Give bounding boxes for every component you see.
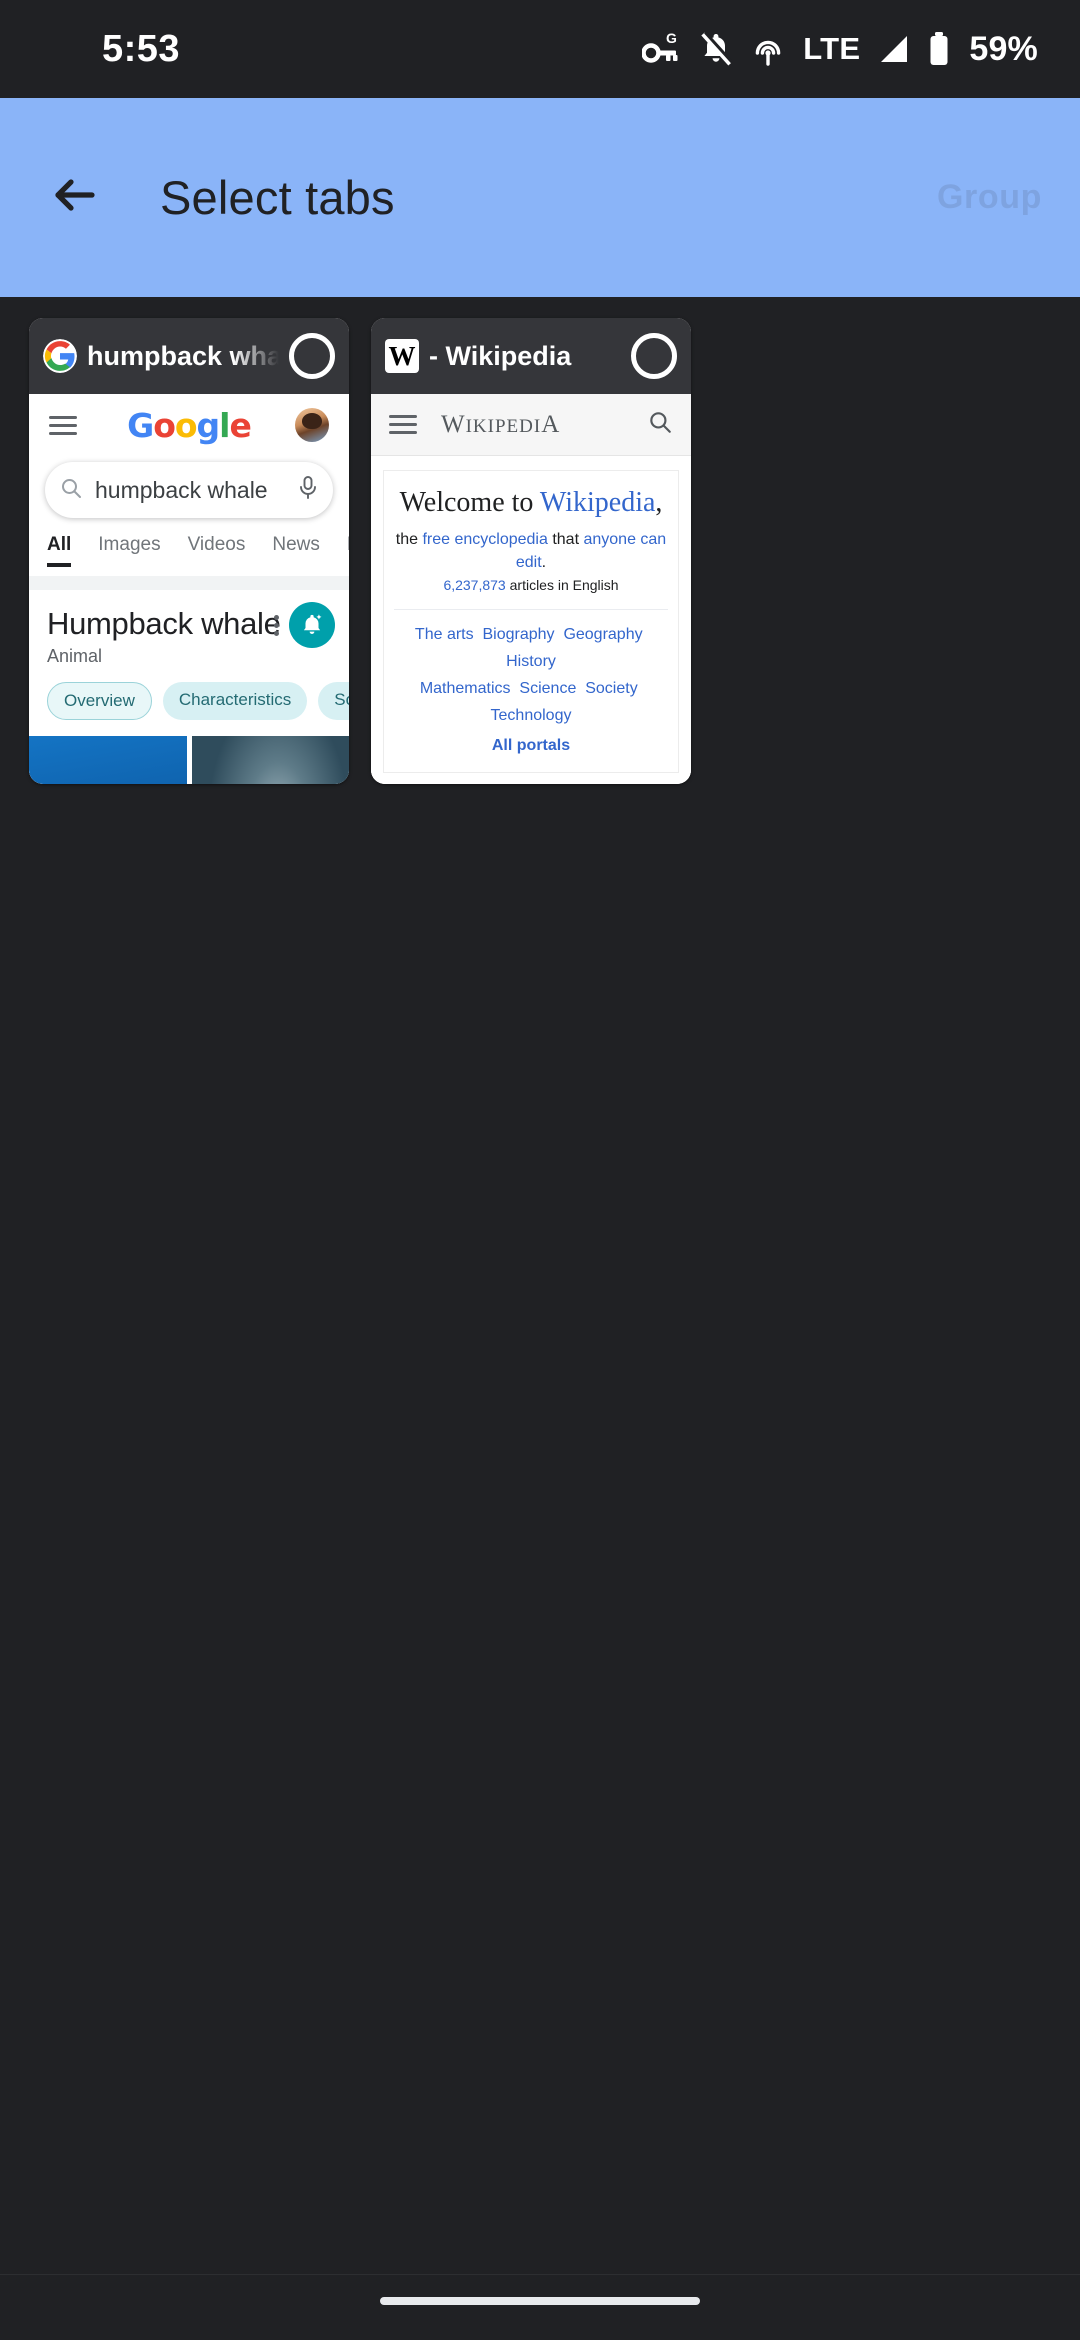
- search-nav-images[interactable]: Images: [98, 534, 160, 567]
- welcome-box: Welcome to Wikipedia, the free encyclope…: [383, 470, 679, 773]
- status-bar: 5:53 G LTE 59%: [0, 0, 1080, 98]
- tagline-c: .: [541, 554, 547, 572]
- app-bar: Select tabs Group: [0, 98, 1080, 297]
- wikipedia-link[interactable]: Wikipedia: [540, 487, 656, 518]
- portal-mathematics[interactable]: Mathematics: [420, 680, 511, 697]
- mic-icon[interactable]: [297, 475, 319, 506]
- knowledge-panel-images: [29, 736, 349, 784]
- vpn-key-icon: G: [642, 31, 682, 67]
- back-button[interactable]: [26, 150, 122, 246]
- search-nav-videos[interactable]: Videos: [188, 534, 246, 567]
- cast-icon: [750, 31, 786, 67]
- chip-overview[interactable]: Overview: [47, 682, 152, 720]
- tab-preview-wikipedia: WIKIPEDIA Welcome to Wikipedia, the free…: [371, 394, 691, 784]
- welcome-suffix: ,: [655, 487, 663, 518]
- free-encyclopedia-link[interactable]: free encyclopedia: [422, 531, 547, 548]
- knowledge-panel-actions: [274, 602, 335, 648]
- tab-select-checkbox[interactable]: [631, 333, 677, 379]
- wikipedia-main-page-body: Welcome to Wikipedia, the free encyclope…: [371, 456, 691, 784]
- search-query-text: humpback whale: [95, 476, 268, 503]
- google-topbar: Google: [29, 394, 349, 456]
- whale-photo-2[interactable]: [191, 736, 349, 784]
- avatar[interactable]: [295, 408, 329, 442]
- wikipedia-topbar: WIKIPEDIA: [371, 394, 691, 456]
- network-type-label: LTE: [803, 31, 861, 66]
- tab-title: - Wikipedia: [429, 340, 572, 371]
- search-nav-maps[interactable]: Maps: [347, 534, 349, 567]
- battery-icon: [928, 31, 950, 67]
- knowledge-panel-chips: Overview Characteristics Sounds Videos: [29, 667, 349, 720]
- welcome-title: Welcome to Wikipedia,: [394, 487, 668, 519]
- google-icon: [43, 339, 77, 373]
- tab-select-checkbox[interactable]: [289, 333, 335, 379]
- article-count-suffix: articles in English: [505, 577, 619, 594]
- portal-geography[interactable]: Geography: [563, 626, 642, 643]
- tab-preview-google: Google humpback whale All Images Videos …: [29, 394, 349, 784]
- portal-history[interactable]: History: [506, 653, 556, 670]
- tagline-b: that: [547, 531, 584, 548]
- tab-title: humpback whale - G: [87, 340, 279, 371]
- back-arrow-icon: [46, 167, 102, 228]
- google-search-nav: All Images Videos News Maps Shopping: [29, 518, 349, 567]
- signal-icon: [877, 32, 911, 66]
- status-icons: G LTE 59%: [642, 30, 1038, 69]
- search-nav-news[interactable]: News: [272, 534, 320, 567]
- tab-grid: humpback whale - G Google humpback whale: [0, 318, 1080, 784]
- portal-science[interactable]: Science: [519, 680, 576, 697]
- all-portals-link[interactable]: All portals: [394, 732, 668, 759]
- search-nav-all[interactable]: All: [47, 534, 72, 567]
- section-divider: [29, 576, 349, 590]
- portals-list: The arts Biography Geography History Mat…: [394, 608, 668, 760]
- welcome-tagline: the free encyclopedia that anyone can ed…: [394, 528, 668, 598]
- group-button[interactable]: Group: [937, 178, 1042, 217]
- search-icon[interactable]: [647, 409, 673, 440]
- system-navigation-bar: [0, 2274, 1080, 2340]
- welcome-prefix: Welcome to: [399, 487, 540, 518]
- portal-the-arts[interactable]: The arts: [415, 626, 474, 643]
- portal-biography[interactable]: Biography: [483, 626, 555, 643]
- google-logo: Google: [127, 405, 252, 445]
- page-title: Select tabs: [160, 171, 395, 224]
- tab-card-header: humpback whale - G: [29, 318, 349, 394]
- search-input[interactable]: humpback whale: [45, 462, 333, 518]
- article-count[interactable]: 6,237,873: [443, 577, 505, 593]
- tab-card-header: W - Wikipedia: [371, 318, 691, 394]
- wikipedia-icon: W: [385, 339, 419, 373]
- follow-bell-button[interactable]: [289, 602, 335, 648]
- tagline-a: the: [395, 531, 423, 548]
- tab-card-google[interactable]: humpback whale - G Google humpback whale: [29, 318, 349, 784]
- tab-card-wikipedia[interactable]: W - Wikipedia WIKIPEDIA Welcome to Wikip…: [371, 318, 691, 784]
- menu-icon[interactable]: [389, 410, 417, 439]
- wikipedia-wordmark: WIKIPEDIA: [441, 410, 561, 438]
- portal-technology[interactable]: Technology: [491, 707, 572, 724]
- battery-percent-label: 59%: [969, 29, 1038, 68]
- svg-text:G: G: [666, 31, 677, 46]
- portal-society[interactable]: Society: [585, 680, 637, 697]
- status-clock: 5:53: [102, 27, 181, 70]
- chip-characteristics[interactable]: Characteristics: [162, 682, 308, 720]
- search-icon: [59, 476, 83, 505]
- overflow-menu-icon[interactable]: [274, 612, 279, 639]
- chip-sounds[interactable]: Sounds: [318, 682, 349, 720]
- home-gesture-handle[interactable]: [380, 2296, 700, 2305]
- notifications-off-icon: [699, 31, 734, 67]
- whale-photo-1[interactable]: [29, 736, 187, 784]
- menu-icon[interactable]: [49, 411, 77, 440]
